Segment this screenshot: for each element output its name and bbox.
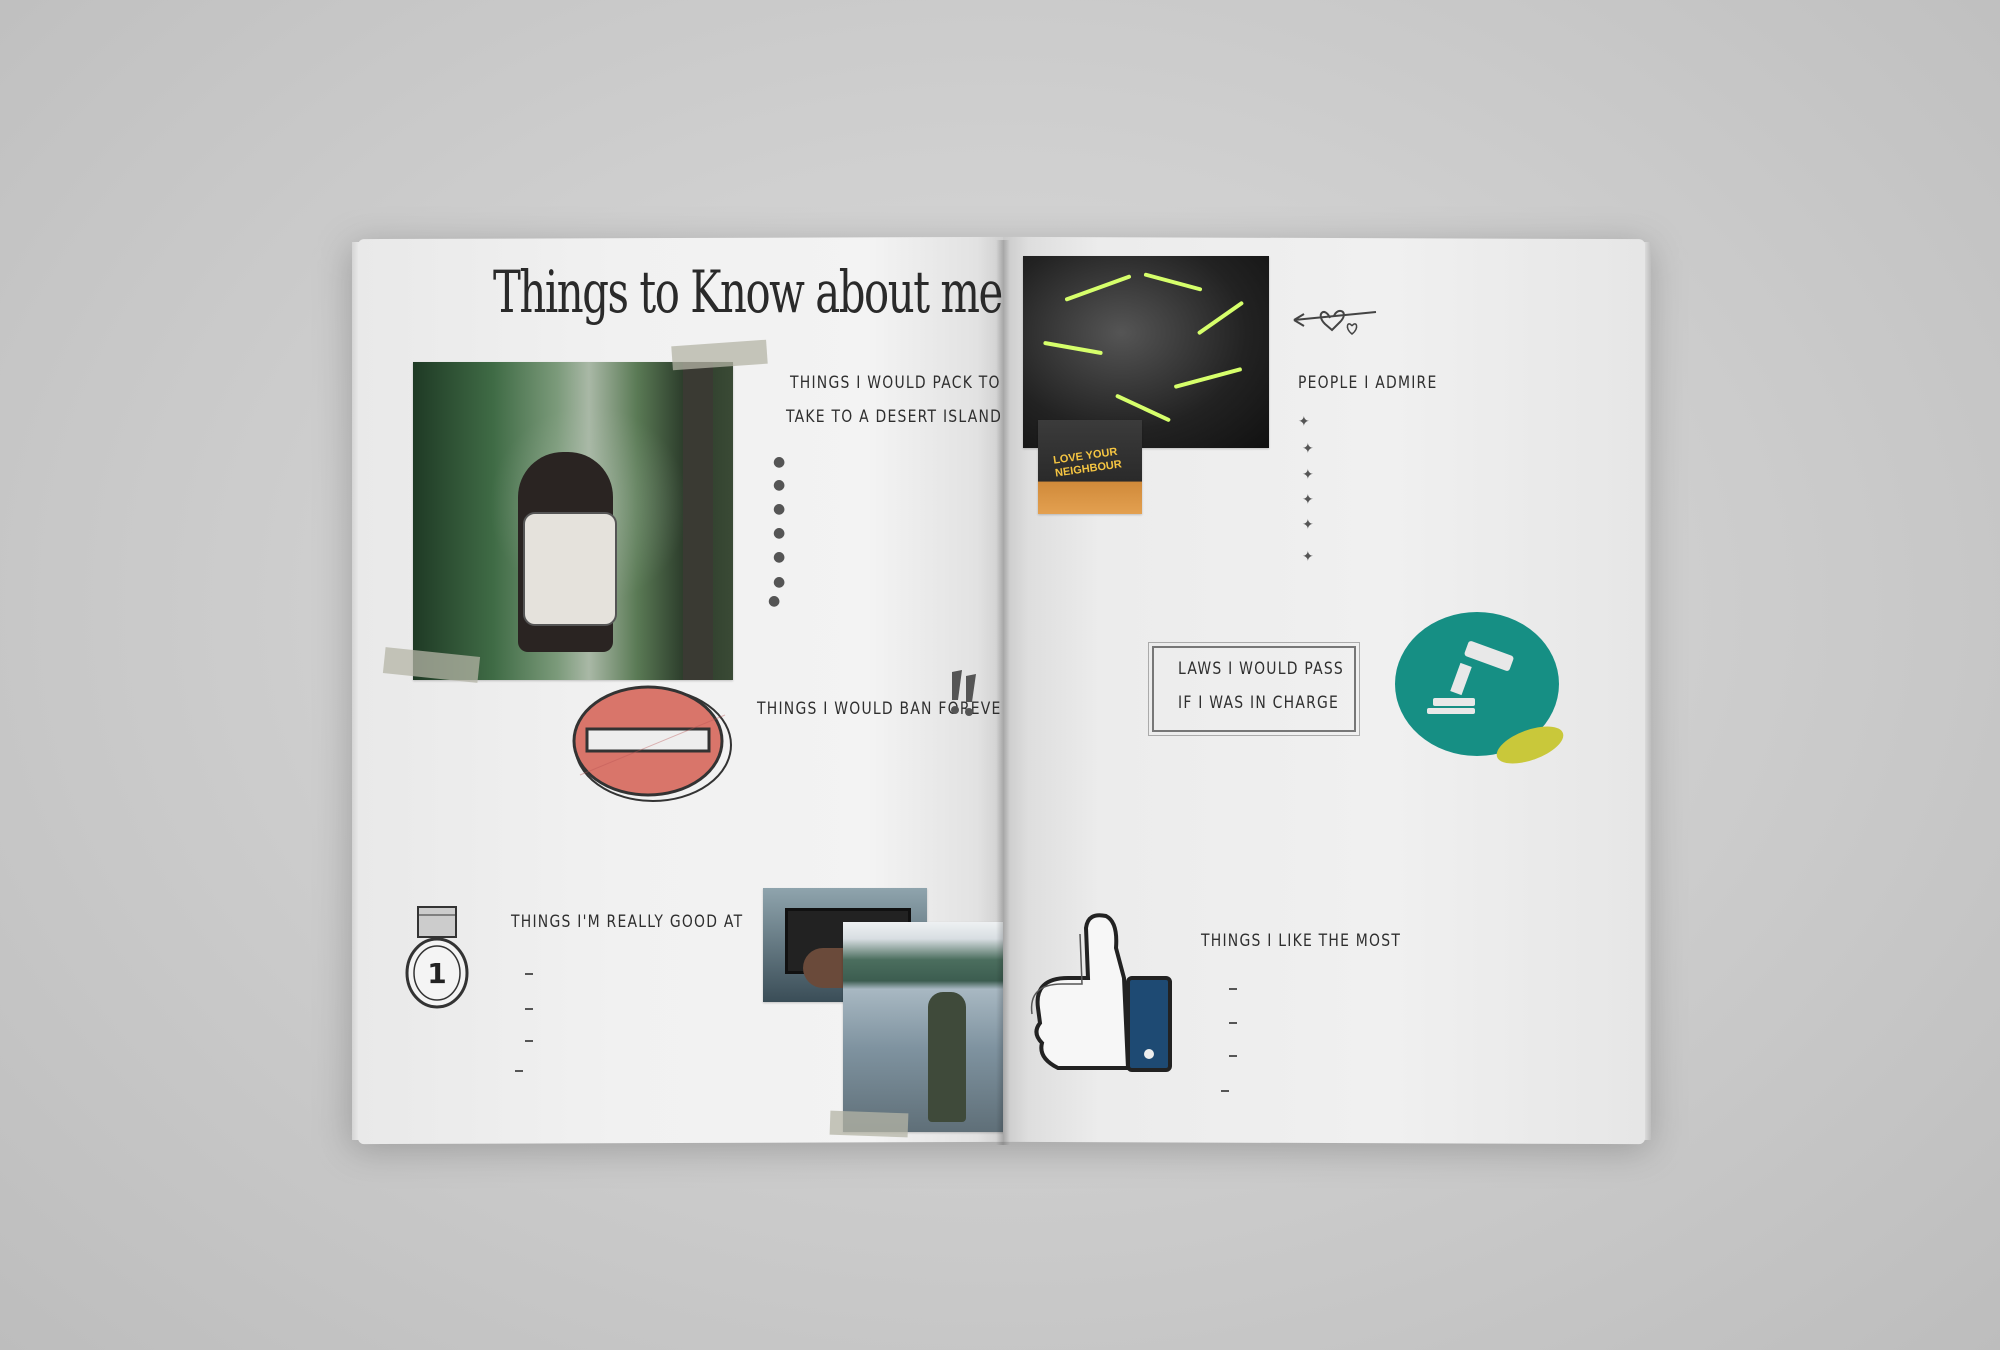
page-title: Things to Know about me [493, 258, 1003, 326]
like-most-label: THINGS I LIKE THE MOST [1201, 931, 1402, 951]
ban-icon [572, 685, 732, 802]
list-dash [525, 1040, 533, 1042]
light-beam [1114, 393, 1172, 423]
list-bullet: ● [768, 593, 781, 609]
backpack [523, 512, 617, 626]
list-bullet: ✦ [1298, 414, 1310, 430]
list-bullet: ● [773, 477, 786, 493]
admire-label: PEOPLE I ADMIRE [1298, 373, 1438, 393]
exclamation-marks-icon [951, 670, 976, 716]
cap-text: LOVE YOUR NEIGHBOUR [1052, 445, 1123, 480]
medal-number: 1 [427, 957, 446, 990]
list-bullet: ● [773, 525, 786, 541]
cap-photo: LOVE YOUR NEIGHBOUR [1038, 420, 1142, 514]
list-dash [525, 973, 533, 975]
laws-label-line2: IF I WAS IN CHARGE [1178, 693, 1340, 713]
list-dash [1221, 1090, 1229, 1092]
tree-trunk [683, 362, 713, 680]
list-bullet: ● [773, 574, 786, 590]
list-bullet: ● [773, 549, 786, 565]
list-bullet: ✦ [1302, 467, 1314, 483]
pack-label-line2: TAKE TO A DESERT ISLAND [786, 407, 1003, 427]
light-beam [1043, 340, 1103, 356]
gavel-sticker [1395, 612, 1569, 772]
list-bullet: ✦ [1302, 517, 1314, 533]
list-bullet: ● [773, 454, 786, 470]
list-dash [1229, 988, 1237, 990]
list-dash [515, 1070, 523, 1072]
list-dash [1229, 1055, 1237, 1057]
light-beam [1196, 300, 1245, 336]
backpacker-photo [413, 362, 733, 680]
gavel-icon [1427, 641, 1514, 714]
laws-label-line1: LAWS I WOULD PASS [1178, 659, 1345, 679]
pack-label-line1: THINGS I WOULD PACK TO [790, 373, 1001, 393]
magazine-spread: Things to Know about me THINGS I WOULD P… [0, 0, 2000, 1350]
list-dash [525, 1008, 533, 1010]
heart-arrow-icon [1293, 309, 1377, 335]
light-beam [1064, 274, 1132, 302]
light-beam [1143, 272, 1203, 292]
tape-lake [829, 1110, 909, 1138]
list-bullet: ✦ [1302, 492, 1314, 508]
spine-shadow [996, 240, 1010, 1145]
list-bullet: ✦ [1302, 549, 1314, 565]
list-bullet: ● [773, 501, 786, 517]
good-at-label: THINGS I'M REALLY GOOD AT [511, 912, 744, 932]
list-bullet: ✦ [1302, 441, 1314, 457]
celebrating-figure [928, 992, 966, 1122]
list-dash [1229, 1022, 1237, 1024]
thumbs-up-icon [1030, 913, 1172, 1072]
light-beam [1173, 367, 1243, 389]
medal-icon: 1 [405, 906, 469, 1009]
